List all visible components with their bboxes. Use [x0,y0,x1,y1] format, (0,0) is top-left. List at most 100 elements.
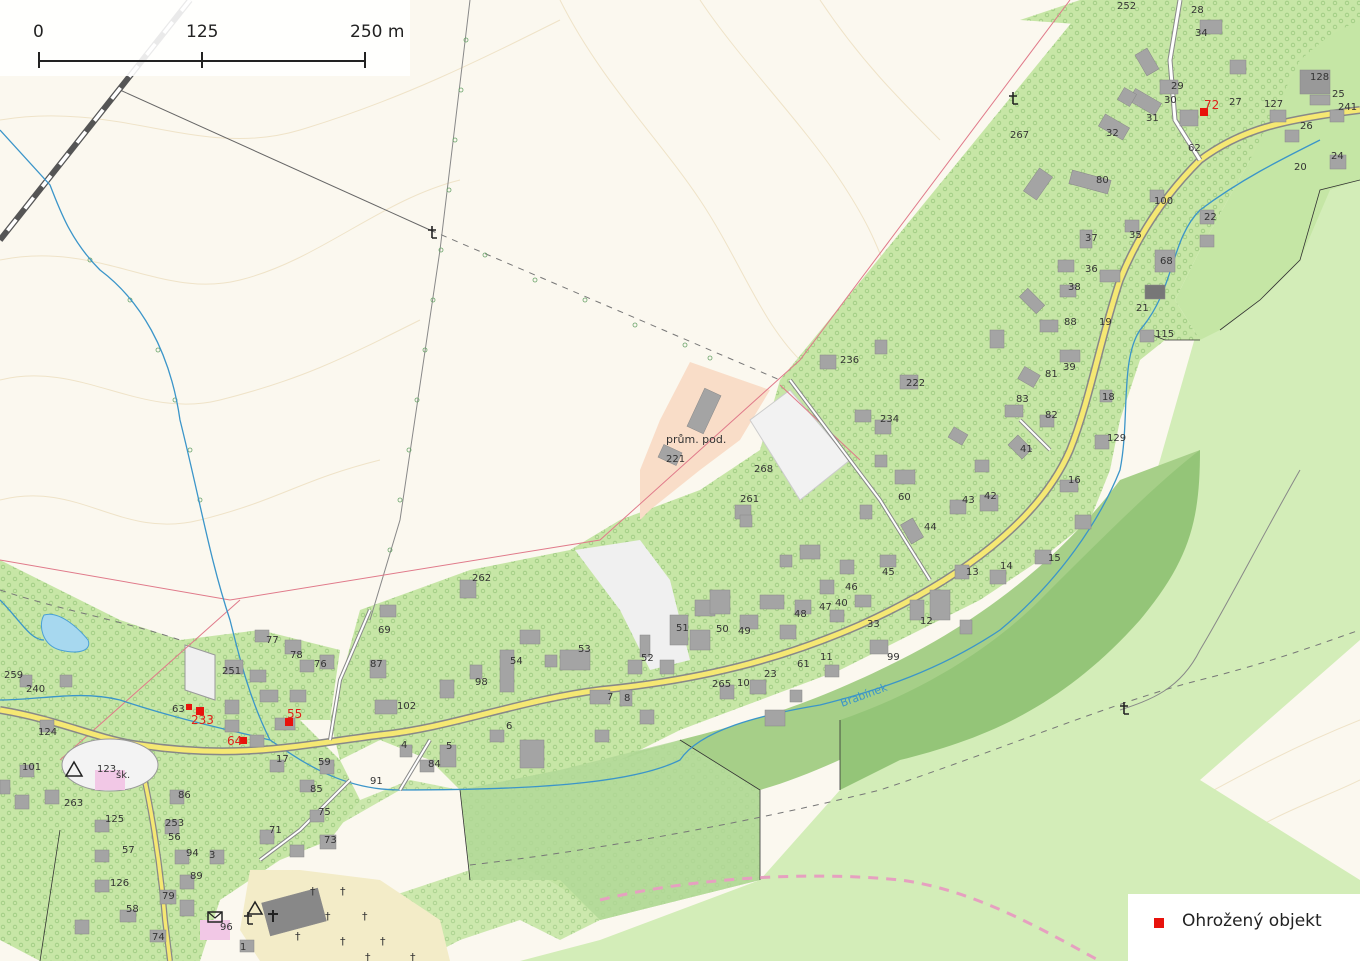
house-number: 94 [186,848,199,859]
house-number: 46 [845,582,858,593]
house-number: 86 [178,790,191,801]
scale-tick [364,52,366,68]
house-number: 268 [754,464,773,475]
svg-text:†: † [340,885,346,898]
house-number: 52 [641,653,654,664]
house-number: 19 [1099,317,1112,328]
house-number: 33 [867,619,880,630]
house-number: 37 [1085,233,1098,244]
house-number: 25 [1332,89,1345,100]
industrial-label: prům. pod. [666,433,726,446]
house-number: 89 [190,871,203,882]
house-number: 5 [446,741,452,752]
house-number: 59 [318,757,331,768]
school-label: šk. [116,769,130,781]
house-number: 13 [966,567,979,578]
house-number: 85 [310,784,323,795]
house-number: 252 [1117,1,1136,12]
house-number: 78 [290,650,303,661]
house-number: 76 [314,659,327,670]
house-number: 51 [676,623,689,634]
house-number: 27 [1229,97,1242,108]
house-number: 128 [1310,72,1329,83]
house-number: 261 [740,494,759,505]
house-number: 22 [1204,212,1217,223]
house-number: 20 [1294,162,1307,173]
threatened-house-number: 55 [287,707,302,721]
house-number: 48 [794,609,807,620]
scale-tick [201,52,203,68]
house-number: 75 [318,807,331,818]
house-number: 102 [397,701,416,712]
house-number: 74 [152,932,165,943]
house-number: 23 [764,669,777,680]
house-number: 265 [712,679,731,690]
house-number: 79 [162,891,175,902]
map-legend: Ohrožený objekt [1128,894,1360,961]
house-number: 43 [962,495,975,506]
house-number: 29 [1171,81,1184,92]
svg-text:†: † [365,951,371,961]
house-number: 42 [984,491,997,502]
trail-markers [87,37,713,553]
map-svg: Brabínek † †† †† † ††† 252 2834128252412… [0,0,1360,961]
threatened-house-number: 64 [227,734,242,748]
house-number: 71 [269,825,282,836]
house-number: 81 [1045,369,1058,380]
power-line [119,89,431,231]
threatened-object-swatch [1154,918,1164,928]
house-number: 83 [1016,394,1029,405]
house-number: 41 [1020,444,1033,455]
house-number: 38 [1068,282,1081,293]
house-number: 8 [624,693,630,704]
house-number: 101 [22,762,41,773]
house-number: 53 [578,644,591,655]
house-number: 236 [840,355,859,366]
house-number: 115 [1155,329,1174,340]
house-number: 99 [887,652,900,663]
house-number: 259 [4,670,23,681]
house-number: 35 [1129,230,1142,241]
svg-text:†: † [325,910,331,923]
threatened-house-number: 72 [1204,98,1219,112]
house-number: 129 [1107,433,1126,444]
house-number: 49 [738,626,751,637]
house-number: 96 [220,922,233,933]
house-number: 14 [1000,561,1013,572]
house-number: 251 [222,666,241,677]
legend-label: Ohrožený objekt [1182,911,1322,931]
house-number: 18 [1102,392,1115,403]
house-number: 40 [835,598,848,609]
svg-text:†: † [340,935,346,948]
house-number: 47 [819,602,832,613]
house-number: 124 [38,727,57,738]
parking [184,644,216,701]
map-canvas[interactable]: Brabínek † † † † † † † † † 252 28 34 128… [0,0,1360,961]
svg-text:†: † [410,951,416,961]
house-number: 240 [26,684,45,695]
house-number: 253 [165,818,184,829]
house-number: 61 [797,659,810,670]
house-number: 24 [1331,151,1344,162]
house-number: 54 [510,656,523,667]
scale-bar: 0 125 250 m [0,0,410,76]
scale-label-end: 250 m [350,22,405,42]
house-number: 73 [324,835,337,846]
house-number: 16 [1068,475,1081,486]
house-number: 234 [880,414,899,425]
house-number: 222 [906,378,925,389]
svg-text:†: † [362,910,368,923]
house-number: 58 [126,904,139,915]
house-number: 6 [506,721,512,732]
house-number: 60 [898,492,911,503]
scale-tick [38,52,40,68]
scale-label-mid: 125 [186,22,219,42]
house-number: 221 [666,454,685,465]
scale-label-zero: 0 [33,22,44,42]
house-number: 262 [472,573,491,584]
house-number: 123 [97,764,116,775]
house-number: 39 [1063,362,1076,373]
house-number: 44 [924,522,937,533]
house-number: 62 [1188,143,1201,154]
house-number: 87 [370,659,383,670]
